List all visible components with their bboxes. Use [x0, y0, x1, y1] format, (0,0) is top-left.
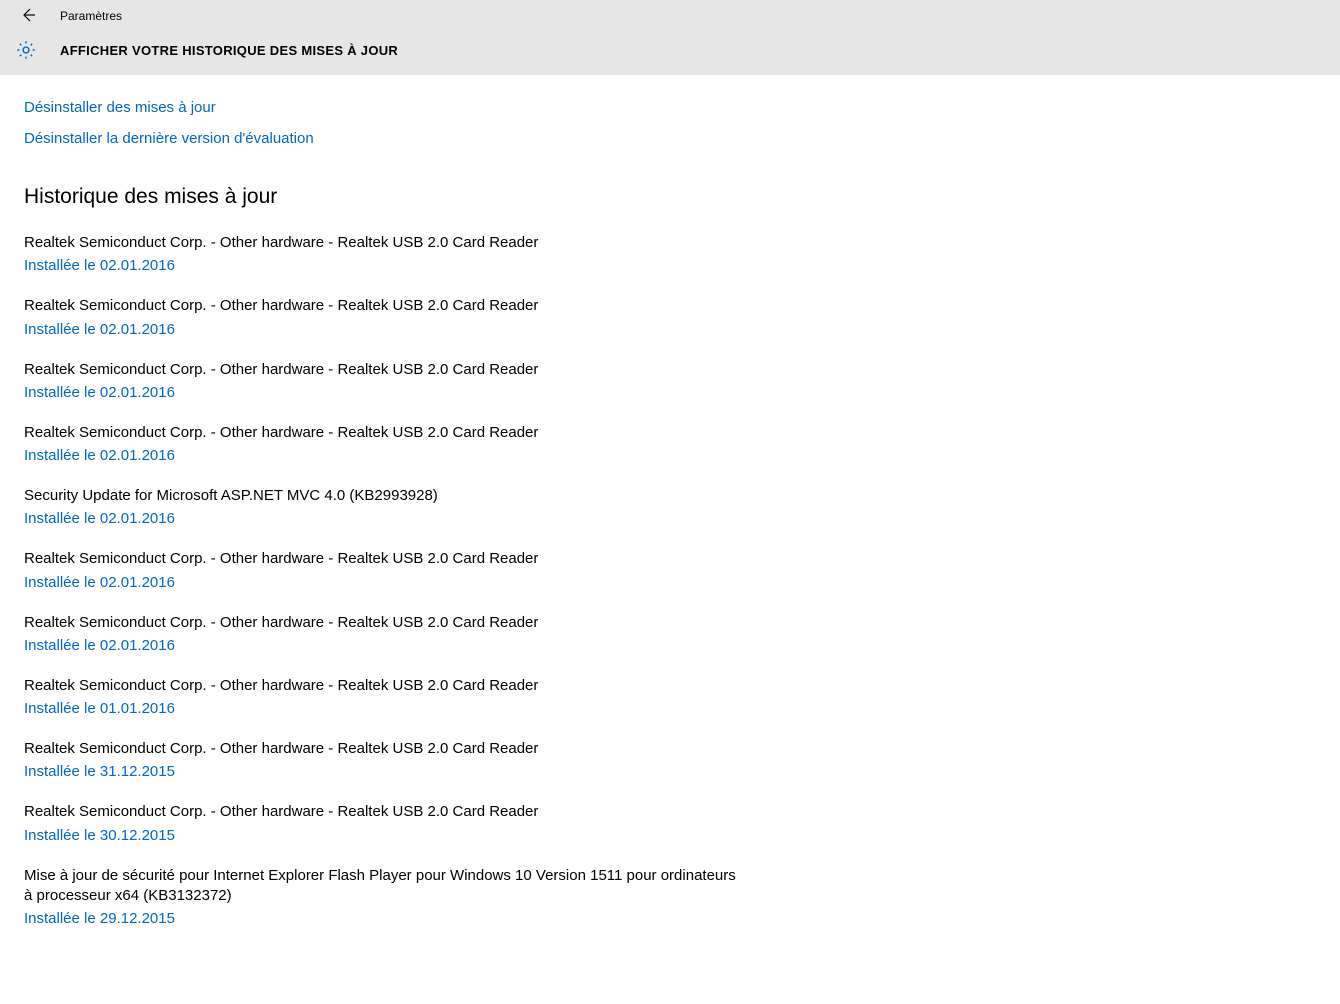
update-title: Security Update for Microsoft ASP.NET MV… [24, 486, 736, 506]
update-status-link[interactable]: Installée le 02.01.2016 [24, 384, 736, 401]
back-button[interactable] [14, 2, 42, 30]
header-top: Paramètres [14, 0, 1340, 28]
uninstall-updates-link[interactable]: Désinstaller des mises à jour [24, 99, 736, 116]
update-title: Realtek Semiconduct Corp. - Other hardwa… [24, 549, 736, 569]
update-title: Realtek Semiconduct Corp. - Other hardwa… [24, 296, 736, 316]
update-status-link[interactable]: Installée le 02.01.2016 [24, 321, 736, 338]
update-item: Realtek Semiconduct Corp. - Other hardwa… [24, 802, 736, 843]
update-item: Realtek Semiconduct Corp. - Other hardwa… [24, 676, 736, 717]
app-name-label: Paramètres [60, 9, 122, 23]
update-item: Realtek Semiconduct Corp. - Other hardwa… [24, 549, 736, 590]
update-item: Realtek Semiconduct Corp. - Other hardwa… [24, 360, 736, 401]
update-status-link[interactable]: Installée le 02.01.2016 [24, 257, 736, 274]
update-status-link[interactable]: Installée le 31.12.2015 [24, 763, 736, 780]
update-item: Realtek Semiconduct Corp. - Other hardwa… [24, 296, 736, 337]
update-status-link[interactable]: Installée le 30.12.2015 [24, 827, 736, 844]
update-item: Mise à jour de sécurité pour Internet Ex… [24, 866, 736, 928]
update-item: Security Update for Microsoft ASP.NET MV… [24, 486, 736, 527]
header-bar: Paramètres AFFICHER VOTRE HISTORIQUE DES… [0, 0, 1340, 75]
update-item: Realtek Semiconduct Corp. - Other hardwa… [24, 613, 736, 654]
uninstall-preview-link[interactable]: Désinstaller la dernière version d'évalu… [24, 130, 736, 147]
update-title: Realtek Semiconduct Corp. - Other hardwa… [24, 360, 736, 380]
update-item: Realtek Semiconduct Corp. - Other hardwa… [24, 233, 736, 274]
content-area: Désinstaller des mises à jour Désinstall… [0, 75, 760, 927]
update-title: Realtek Semiconduct Corp. - Other hardwa… [24, 613, 736, 633]
page-title: AFFICHER VOTRE HISTORIQUE DES MISES À JO… [60, 43, 398, 58]
update-item: Realtek Semiconduct Corp. - Other hardwa… [24, 739, 736, 780]
update-title: Realtek Semiconduct Corp. - Other hardwa… [24, 802, 736, 822]
update-status-link[interactable]: Installée le 01.01.2016 [24, 700, 736, 717]
update-item: Realtek Semiconduct Corp. - Other hardwa… [24, 423, 736, 464]
arrow-left-icon [20, 7, 36, 26]
update-title: Realtek Semiconduct Corp. - Other hardwa… [24, 739, 736, 759]
header-title-row: AFFICHER VOTRE HISTORIQUE DES MISES À JO… [14, 28, 1340, 62]
update-status-link[interactable]: Installée le 29.12.2015 [24, 910, 736, 927]
history-heading: Historique des mises à jour [24, 185, 736, 209]
gear-icon [14, 38, 38, 62]
update-status-link[interactable]: Installée le 02.01.2016 [24, 574, 736, 591]
updates-list: Realtek Semiconduct Corp. - Other hardwa… [24, 233, 736, 927]
update-title: Mise à jour de sécurité pour Internet Ex… [24, 866, 736, 907]
update-title: Realtek Semiconduct Corp. - Other hardwa… [24, 233, 736, 253]
update-title: Realtek Semiconduct Corp. - Other hardwa… [24, 676, 736, 696]
update-status-link[interactable]: Installée le 02.01.2016 [24, 447, 736, 464]
update-status-link[interactable]: Installée le 02.01.2016 [24, 510, 736, 527]
update-status-link[interactable]: Installée le 02.01.2016 [24, 637, 736, 654]
update-title: Realtek Semiconduct Corp. - Other hardwa… [24, 423, 736, 443]
